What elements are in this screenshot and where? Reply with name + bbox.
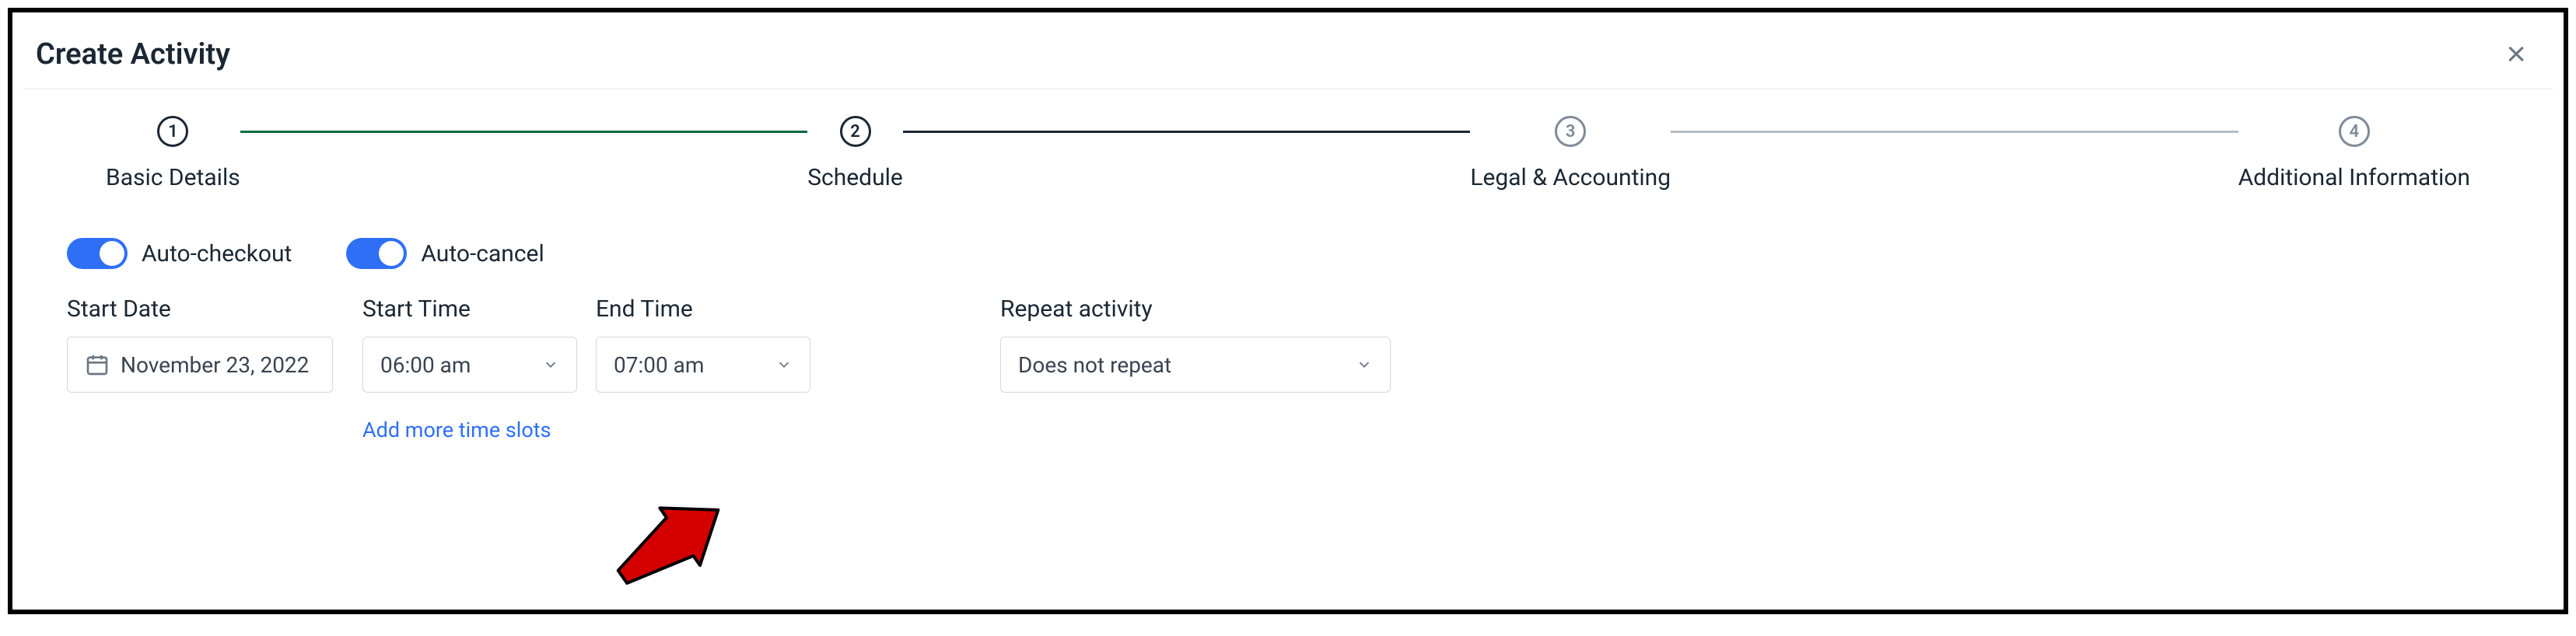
step-label: Additional Information xyxy=(2238,164,2470,191)
step-label: Basic Details xyxy=(106,164,240,191)
stepper-connector xyxy=(240,131,807,133)
start-date-input[interactable]: November 23, 2022 xyxy=(67,337,333,393)
field-inputs-row: November 23, 2022 06:00 am Add more time… xyxy=(67,337,2509,442)
add-more-time-slots-link[interactable]: Add more time slots xyxy=(362,418,551,442)
repeat-select[interactable]: Does not repeat xyxy=(1000,337,1391,393)
auto-checkout-group: Auto-checkout xyxy=(67,238,292,269)
start-date-value: November 23, 2022 xyxy=(121,352,309,378)
step-label: Legal & Accounting xyxy=(1470,164,1671,191)
auto-checkout-toggle[interactable] xyxy=(67,238,128,269)
close-button[interactable]: × xyxy=(2498,34,2534,75)
step-number: 3 xyxy=(1555,116,1586,147)
start-time-select[interactable]: 06:00 am xyxy=(362,337,577,393)
step-number: 1 xyxy=(157,116,188,147)
step-number: 2 xyxy=(840,116,871,147)
repeat-value: Does not repeat xyxy=(1018,352,1171,378)
step-number: 4 xyxy=(2339,116,2370,147)
chevron-down-icon xyxy=(542,356,559,373)
create-activity-modal: Create Activity × 1 Basic Details 2 Sche… xyxy=(8,8,2568,614)
toggles-row: Auto-checkout Auto-cancel xyxy=(67,238,2509,269)
end-time-select[interactable]: 07:00 am xyxy=(596,337,810,393)
auto-cancel-group: Auto-cancel xyxy=(346,238,544,269)
chevron-down-icon xyxy=(1356,356,1373,373)
auto-cancel-label: Auto-cancel xyxy=(421,240,544,267)
start-time-label: Start Time xyxy=(362,295,596,323)
modal-title: Create Activity xyxy=(36,37,230,72)
auto-checkout-label: Auto-checkout xyxy=(142,240,292,267)
step-schedule[interactable]: 2 Schedule xyxy=(807,116,903,191)
modal-header: Create Activity × xyxy=(12,12,2564,89)
stepper-connector xyxy=(903,131,1470,133)
start-time-value: 06:00 am xyxy=(380,352,471,378)
step-basic-details[interactable]: 1 Basic Details xyxy=(106,116,240,191)
annotation-arrow-icon xyxy=(596,487,751,596)
calendar-icon xyxy=(85,352,110,377)
auto-cancel-toggle[interactable] xyxy=(346,238,407,269)
end-time-value: 07:00 am xyxy=(614,352,704,378)
chevron-down-icon xyxy=(775,356,793,373)
stepper-connector xyxy=(1671,131,2238,133)
stepper: 1 Basic Details 2 Schedule 3 Legal & Acc… xyxy=(12,97,2564,215)
schedule-form: Auto-checkout Auto-cancel Start Date Sta… xyxy=(12,215,2564,481)
step-legal-accounting[interactable]: 3 Legal & Accounting xyxy=(1470,116,1671,191)
repeat-label: Repeat activity xyxy=(1000,295,1405,323)
close-icon: × xyxy=(2506,35,2526,73)
step-label: Schedule xyxy=(807,164,903,191)
step-additional-information[interactable]: 4 Additional Information xyxy=(2238,116,2470,191)
end-time-label: End Time xyxy=(596,295,829,323)
start-date-label: Start Date xyxy=(67,295,362,323)
field-labels-row: Start Date Start Time End Time Repeat ac… xyxy=(67,295,2509,337)
